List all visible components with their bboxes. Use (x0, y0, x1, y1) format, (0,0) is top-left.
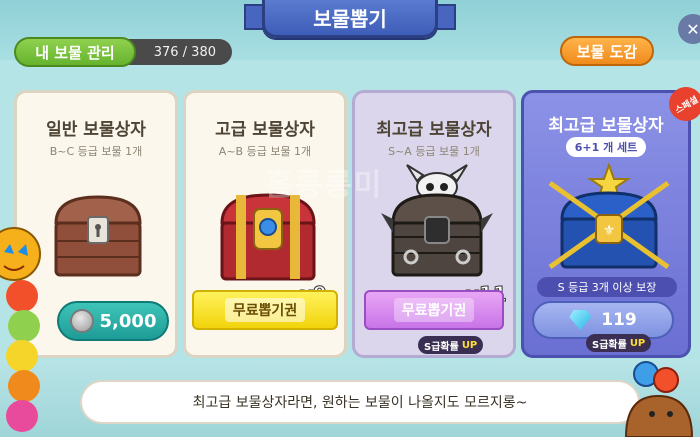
close-button[interactable]: ✕ (678, 14, 700, 44)
coin-icon (69, 309, 94, 333)
royal-chest-icon: ⚜ (548, 163, 670, 270)
cookie-character-right (624, 361, 694, 437)
guarantee-text: S 등급 3개 이상 보장 (557, 281, 657, 294)
dialog-text: 최고급 보물상자라면, 원하는 보물이 나올지도 모르지롱~ (192, 395, 528, 411)
s-rate-up-badge: S급확률 UP (418, 336, 484, 354)
rate-up-label: UP (461, 339, 478, 351)
gem-price: 119 (601, 310, 637, 330)
free-ticket-button[interactable]: 무료뽑기권 (364, 290, 504, 330)
manage-treasure-button[interactable]: 내 보물 관리 (14, 37, 136, 67)
buy-with-coin-button[interactable]: 5,000 (57, 301, 169, 341)
treasure-dex-button[interactable]: 보물 도감 (560, 36, 654, 66)
svg-text:⚜: ⚜ (603, 223, 616, 239)
set-badge: 6+1 개 세트 (566, 137, 646, 157)
s-rate-up-badge: S급확률 UP (586, 334, 652, 352)
page-title: 보물뽑기 (313, 7, 387, 31)
cookie-character-left (0, 227, 41, 432)
card-subtitle: A~B 등급 보물 1개 (218, 145, 312, 158)
free-ticket-label: 무료뽑기권 (393, 298, 475, 322)
card-title: 최고급 보물상자 (548, 116, 664, 136)
title-banner: 보물뽑기 (262, 0, 438, 38)
speech-dialog: 최고급 보물상자라면, 원하는 보물이 나올지도 모르지롱~ (80, 380, 640, 424)
skull-chest-icon (381, 164, 493, 277)
manage-treasure-label: 내 보물 관리 (35, 43, 115, 62)
card-subtitle: B~C 등급 보물 1개 (49, 145, 143, 158)
card-subtitle: S~A 등급 보물 1개 (388, 145, 480, 158)
free-ticket-label: 무료뽑기권 (224, 298, 306, 322)
guarantee-label: S 등급 3개 이상 보장 (537, 277, 677, 297)
card-title: 고급 보물상자 (215, 120, 315, 140)
treasure-count-text: 376 / 380 (153, 44, 216, 60)
close-icon: ✕ (686, 19, 700, 39)
wooden-chest-icon (54, 195, 142, 277)
special-label: 스페셜 (673, 94, 700, 116)
set-label: 6+1 개 세트 (574, 141, 638, 154)
rate-label: S급확률 (424, 341, 459, 353)
coin-price: 5,000 (99, 310, 157, 332)
free-ticket-button[interactable]: 무료뽑기권 (192, 290, 338, 330)
watermark: 홀롱롱미 (265, 168, 384, 203)
gem-icon (569, 310, 592, 330)
rate-up-label: UP (629, 337, 646, 349)
treasure-dex-label: 보물 도감 (576, 42, 638, 61)
card-title: 최고급 보물상자 (376, 120, 492, 140)
rate-label: S급확률 (592, 339, 627, 351)
card-title: 일반 보물상자 (46, 120, 146, 140)
